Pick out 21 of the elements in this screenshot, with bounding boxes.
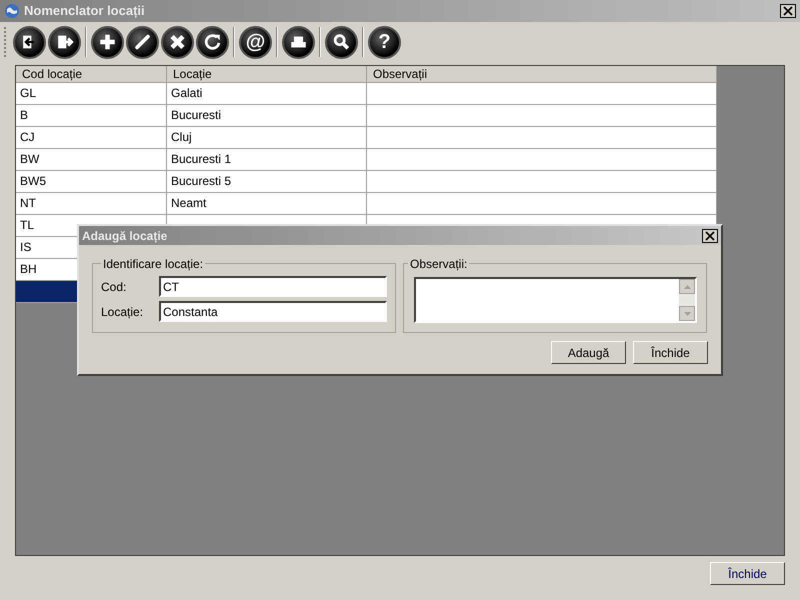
- pencil-icon[interactable]: [126, 26, 159, 58]
- at-sign-button[interactable]: @: [239, 26, 272, 58]
- printer-icon[interactable]: [282, 26, 315, 58]
- field-label: Cod:: [101, 278, 128, 296]
- close-icon[interactable]: [702, 228, 718, 242]
- close-button[interactable]: Închide: [710, 562, 785, 585]
- help-button[interactable]: ?: [368, 26, 401, 58]
- dialog-button[interactable]: Închide: [633, 341, 708, 364]
- globe-icon: [4, 3, 20, 19]
- input-field[interactable]: Constanta: [159, 301, 387, 322]
- notes-field[interactable]: [414, 277, 697, 323]
- window-title: Nomenclator locații: [24, 2, 145, 20]
- plus-icon[interactable]: [91, 26, 124, 58]
- dialog-button[interactable]: Adaugă: [551, 341, 626, 364]
- search-icon[interactable]: [325, 26, 358, 58]
- refresh-icon[interactable]: [196, 26, 229, 58]
- cross-icon[interactable]: [161, 26, 194, 58]
- input-field[interactable]: CT: [159, 276, 387, 297]
- field-label: Locație:: [101, 304, 144, 320]
- toolbar-grip: [4, 27, 7, 57]
- close-icon[interactable]: [780, 4, 796, 18]
